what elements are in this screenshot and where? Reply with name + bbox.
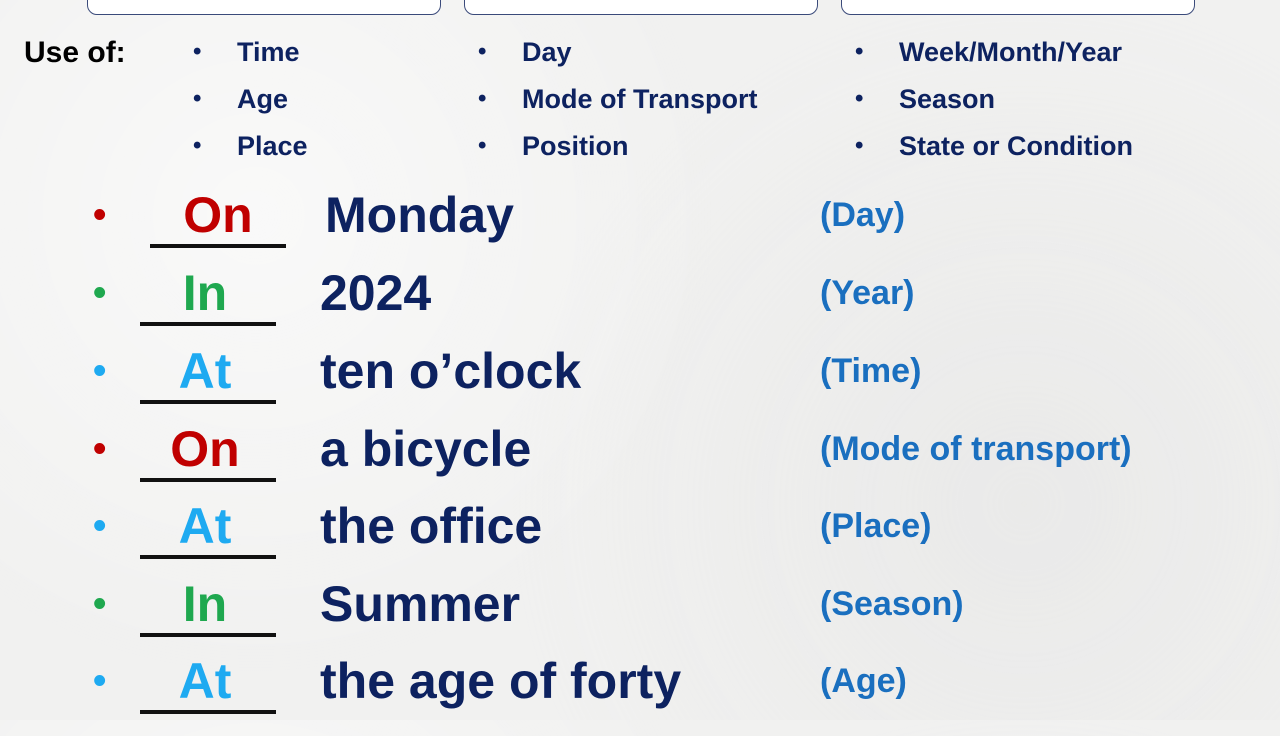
- example-phrase: Monday: [325, 187, 514, 243]
- use-item-text: Time: [237, 37, 300, 67]
- preposition-answer: At: [178, 343, 232, 399]
- preposition-answer: On: [183, 187, 253, 243]
- example-category: (Mode of transport): [820, 430, 1132, 468]
- bullet-icon: •: [93, 272, 107, 314]
- example-row: • At ten o’clock (Time): [0, 343, 1280, 426]
- use-item-text: Mode of Transport: [522, 84, 758, 114]
- blank-underline: [140, 322, 276, 326]
- preposition-answer: In: [182, 265, 228, 321]
- example-phrase: the age of forty: [320, 653, 682, 709]
- example-category: (Season): [820, 585, 964, 623]
- header-box-label: In: [842, 0, 1194, 8]
- use-item-text: Season: [899, 84, 996, 114]
- header-box-label: At: [88, 0, 440, 8]
- bullet-icon: •: [478, 132, 487, 159]
- bullet-icon: •: [855, 85, 864, 112]
- bullet-icon: •: [193, 38, 202, 65]
- example-category: (Year): [820, 274, 915, 312]
- example-phrase: ten o’clock: [320, 343, 582, 399]
- use-list-item: • Time: [193, 34, 308, 81]
- use-list-in: • Week/Month/Year • Season • State or Condi…: [855, 34, 1133, 175]
- example-phrase: 2024: [320, 265, 432, 321]
- use-list-at: • Time • Age • Place: [193, 34, 308, 175]
- use-list-item: • Age: [193, 81, 308, 128]
- header-box-on: On: [464, 0, 818, 15]
- bullet-icon: •: [855, 38, 864, 65]
- example-category: (Day): [820, 196, 906, 234]
- example-category: (Place): [820, 507, 932, 545]
- bullet-icon: •: [93, 428, 107, 470]
- use-item-text: Position: [522, 131, 629, 161]
- use-list-item: • Mode of Transport: [478, 81, 758, 128]
- example-phrase: a bicycle: [320, 421, 532, 477]
- example-row: • In 2024 (Year): [0, 265, 1280, 348]
- blank-underline: [140, 633, 276, 637]
- use-list-on: • Day • Mode of Transport • Position: [478, 34, 758, 175]
- bullet-icon: •: [193, 85, 202, 112]
- example-row: • At the age of forty (Age): [0, 653, 1280, 736]
- preposition-answer: At: [178, 653, 232, 709]
- example-row: • At the office (Place): [0, 498, 1280, 581]
- example-row: • On Monday (Day): [0, 187, 1280, 270]
- use-list-item: • Position: [478, 128, 758, 175]
- use-item-text: State or Condition: [899, 131, 1133, 161]
- blank-underline: [140, 710, 276, 714]
- use-list-item: • Week/Month/Year: [855, 34, 1133, 81]
- example-category: (Age): [820, 662, 907, 700]
- use-item-text: Day: [522, 37, 572, 67]
- use-item-text: Age: [237, 84, 289, 114]
- use-item-text: Place: [237, 131, 308, 161]
- bullet-icon: •: [478, 38, 487, 65]
- example-phrase: the office: [320, 498, 543, 554]
- bullet-icon: •: [93, 583, 107, 625]
- blank-underline: [140, 400, 276, 404]
- use-list-item: • Day: [478, 34, 758, 81]
- example-row: • On a bicycle (Mode of transport): [0, 421, 1280, 504]
- header-box-at: At: [87, 0, 441, 15]
- bullet-icon: •: [93, 660, 107, 702]
- preposition-answer: On: [170, 421, 240, 477]
- example-phrase: Summer: [320, 576, 521, 632]
- blank-underline: [150, 244, 286, 248]
- bullet-icon: •: [855, 132, 864, 159]
- bullet-icon: •: [93, 505, 107, 547]
- use-of-label: Use of:: [24, 36, 126, 69]
- example-category: (Time): [820, 352, 922, 390]
- blank-underline: [140, 555, 276, 559]
- use-list-item: • State or Condition: [855, 128, 1133, 175]
- use-item-text: Week/Month/Year: [899, 37, 1123, 67]
- bullet-icon: •: [478, 85, 487, 112]
- header-box-label: On: [465, 0, 817, 8]
- use-list-item: • Place: [193, 128, 308, 175]
- example-row: • In Summer (Season): [0, 576, 1280, 659]
- bullet-icon: •: [193, 132, 202, 159]
- bullet-icon: •: [93, 350, 107, 392]
- header-box-in: In: [841, 0, 1195, 15]
- use-list-item: • Season: [855, 81, 1133, 128]
- blank-underline: [140, 478, 276, 482]
- bullet-icon: •: [93, 194, 107, 236]
- preposition-answer: In: [182, 576, 228, 632]
- preposition-answer: At: [178, 498, 232, 554]
